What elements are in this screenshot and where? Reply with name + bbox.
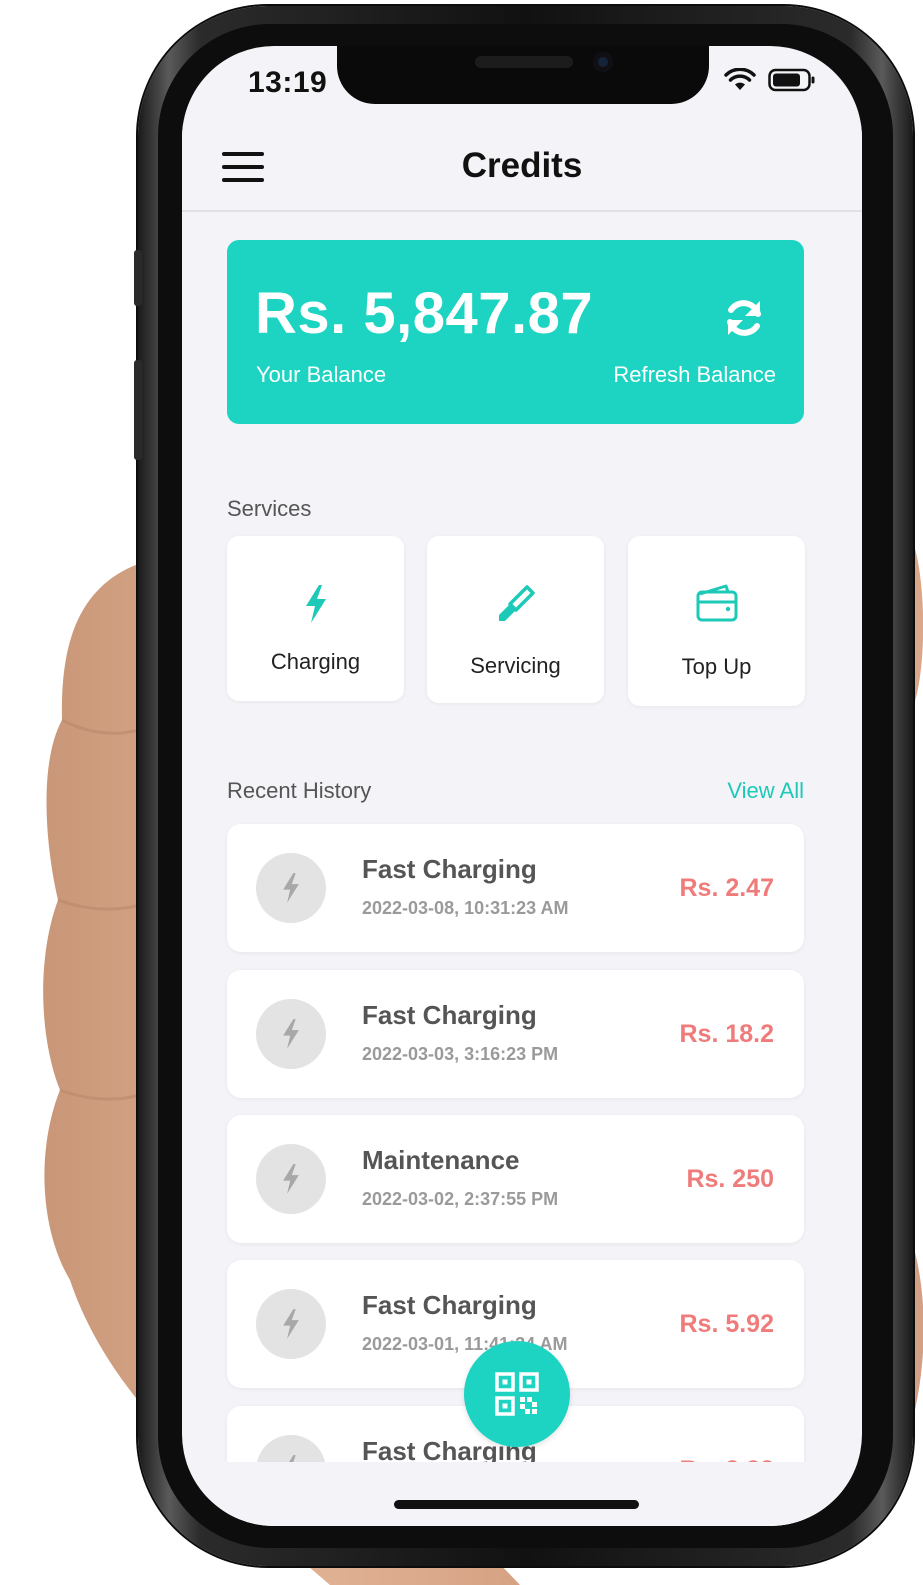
service-label-charging: Charging — [270, 649, 361, 674]
speaker-grille — [475, 56, 573, 68]
service-card-top-up[interactable]: Top Up — [628, 536, 805, 706]
app-header: Credits — [182, 124, 862, 212]
history-item[interactable]: Fast Charging 2022-03-03, 3:16:23 PM Rs.… — [227, 970, 804, 1098]
history-amount: Rs. 2.47 — [679, 874, 774, 902]
history-date: 2022-03-08, 10:31:23 AM — [362, 898, 569, 918]
history-amount: Rs. 250 — [686, 1165, 774, 1193]
history-avatar — [256, 999, 326, 1069]
home-indicator — [394, 1500, 639, 1509]
page-title: Credits — [461, 146, 583, 185]
history-avatar — [256, 853, 326, 923]
phone-mute-switch — [134, 250, 142, 306]
history-avatar — [256, 1289, 326, 1359]
view-all-link[interactable]: View All — [727, 778, 804, 804]
refresh-icon[interactable] — [720, 294, 768, 342]
history-title: Fast Charging — [362, 854, 537, 884]
history-amount: Rs. 5.92 — [679, 1310, 774, 1338]
front-camera — [593, 52, 613, 72]
bolt-icon — [283, 873, 299, 903]
phone-volume-button — [134, 360, 142, 460]
app-screen: 13:19 Credits Rs. 5,847.87 Your Balance — [182, 46, 862, 1526]
bolt-icon — [283, 1309, 299, 1339]
services-heading: Services — [227, 496, 312, 521]
phone-notch — [337, 46, 709, 104]
refresh-balance-button[interactable]: Refresh Balance — [613, 362, 776, 388]
bolt-icon — [283, 1019, 299, 1049]
battery-icon — [768, 68, 815, 92]
history-amount: Rs. 18.2 — [679, 1020, 774, 1048]
status-icons — [724, 68, 816, 92]
status-time: 13:19 — [248, 66, 328, 99]
balance-card: Rs. 5,847.87 Your Balance Refresh Balanc… — [227, 240, 804, 424]
service-card-servicing[interactable]: Servicing — [427, 536, 604, 703]
recent-history-heading: Recent History — [227, 778, 372, 803]
wallet-icon — [696, 584, 737, 622]
history-item[interactable]: Fast Charging 2022-03-08, 10:31:23 AM Rs… — [227, 824, 804, 952]
history-date: 2022-03-02, 2:37:55 PM — [362, 1189, 559, 1209]
service-label-top-up: Top Up — [681, 654, 752, 679]
wrench-icon — [498, 585, 535, 621]
history-avatar — [256, 1144, 326, 1214]
bottom-safe-area — [182, 1462, 862, 1526]
qr-scan-button[interactable] — [464, 1341, 570, 1447]
history-date: 2022-03-03, 3:16:23 PM — [362, 1044, 559, 1064]
service-card-charging[interactable]: Charging — [227, 536, 404, 701]
history-title: Fast Charging — [362, 1290, 537, 1320]
bolt-icon — [283, 1164, 299, 1194]
history-title: Maintenance — [362, 1145, 520, 1175]
bolt-icon — [305, 585, 326, 623]
qr-code-icon — [495, 1372, 539, 1416]
balance-label: Your Balance — [256, 362, 387, 387]
wifi-icon — [724, 68, 756, 90]
history-item[interactable]: Maintenance 2022-03-02, 2:37:55 PM Rs. 2… — [227, 1115, 804, 1243]
balance-amount: Rs. 5,847.87 — [255, 281, 594, 346]
service-label-servicing: Servicing — [470, 653, 561, 678]
history-title: Fast Charging — [362, 1000, 537, 1030]
